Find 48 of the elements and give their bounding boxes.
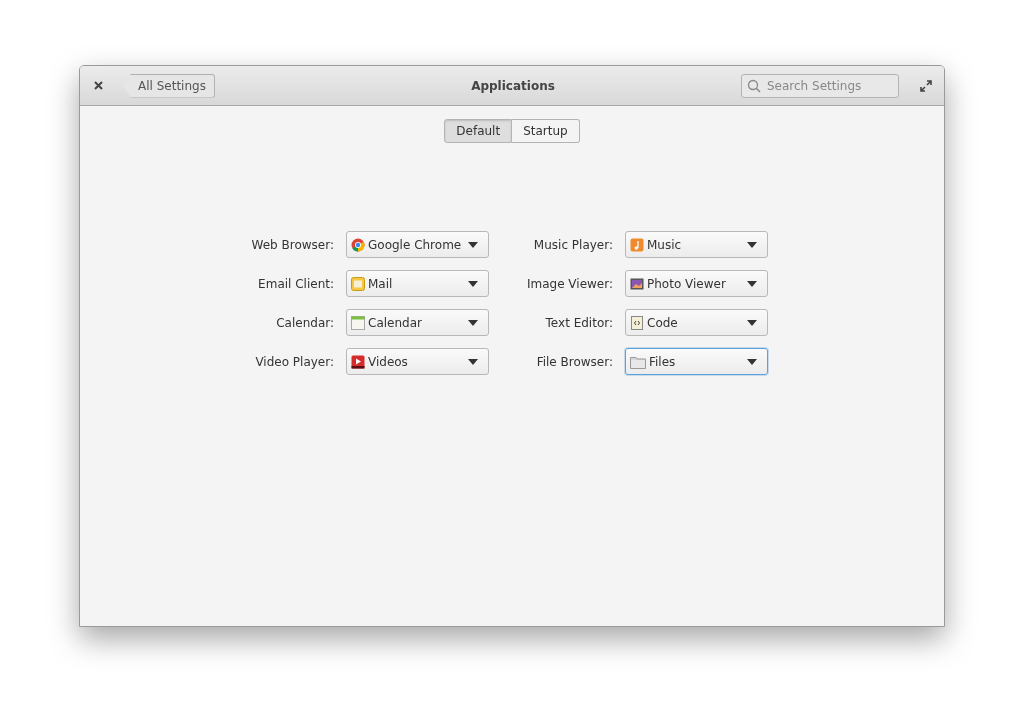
dropdown-value: Mail [368,276,393,291]
field-label: Video Player: [254,354,334,369]
tab[interactable]: Default [444,119,513,143]
app-dropdown[interactable]: Photo Viewer [625,270,768,297]
field-label: Web Browser: [250,237,334,252]
dropdown-value: Files [649,354,676,369]
app-dropdown[interactable]: Google Chrome [346,231,489,258]
caret-icon [468,358,478,365]
field-label: Calendar: [275,315,334,330]
search-icon [747,78,761,93]
code-file-icon [630,315,644,330]
close-icon[interactable] [94,81,103,90]
dropdown-value: Videos [368,354,408,369]
chrome-icon [351,237,365,252]
window-title: Applications [471,78,555,93]
tab[interactable]: Startup [512,119,580,143]
app-dropdown[interactable]: Mail [346,270,489,297]
caret-icon [747,241,757,248]
dropdown-value: Music [647,237,682,252]
back-button[interactable]: All Settings [123,73,215,98]
photo-icon [630,276,644,291]
app-dropdown[interactable]: Code [625,309,768,336]
field-label: Text Editor: [544,315,613,330]
field-label: Image Viewer: [525,276,613,291]
caret-icon [747,358,757,365]
caret-icon [468,241,478,248]
dropdown-value: Code [647,315,678,330]
caret-icon [747,280,757,287]
app-dropdown[interactable]: Music [625,231,768,258]
dropdown-value: Calendar [368,315,422,330]
video-icon [351,354,365,369]
dropdown-value: Google Chrome [368,237,462,252]
app-dropdown[interactable]: Files [625,348,768,375]
caret-icon [468,319,478,326]
dropdown-value: Photo Viewer [647,276,726,291]
search-field[interactable]: Search Settings [741,73,899,98]
caret-icon [747,319,757,326]
field-label: File Browser: [535,354,613,369]
maximize-icon[interactable] [920,79,932,92]
app-dropdown[interactable]: Calendar [346,309,489,336]
music-note-icon [630,237,644,252]
field-label: Email Client: [257,276,334,291]
folder-icon [630,354,646,369]
app-dropdown[interactable]: Videos [346,348,489,375]
mail-icon [351,276,365,291]
field-label: Music Player: [532,237,613,252]
caret-icon [468,280,478,287]
calendar-icon [351,315,365,330]
